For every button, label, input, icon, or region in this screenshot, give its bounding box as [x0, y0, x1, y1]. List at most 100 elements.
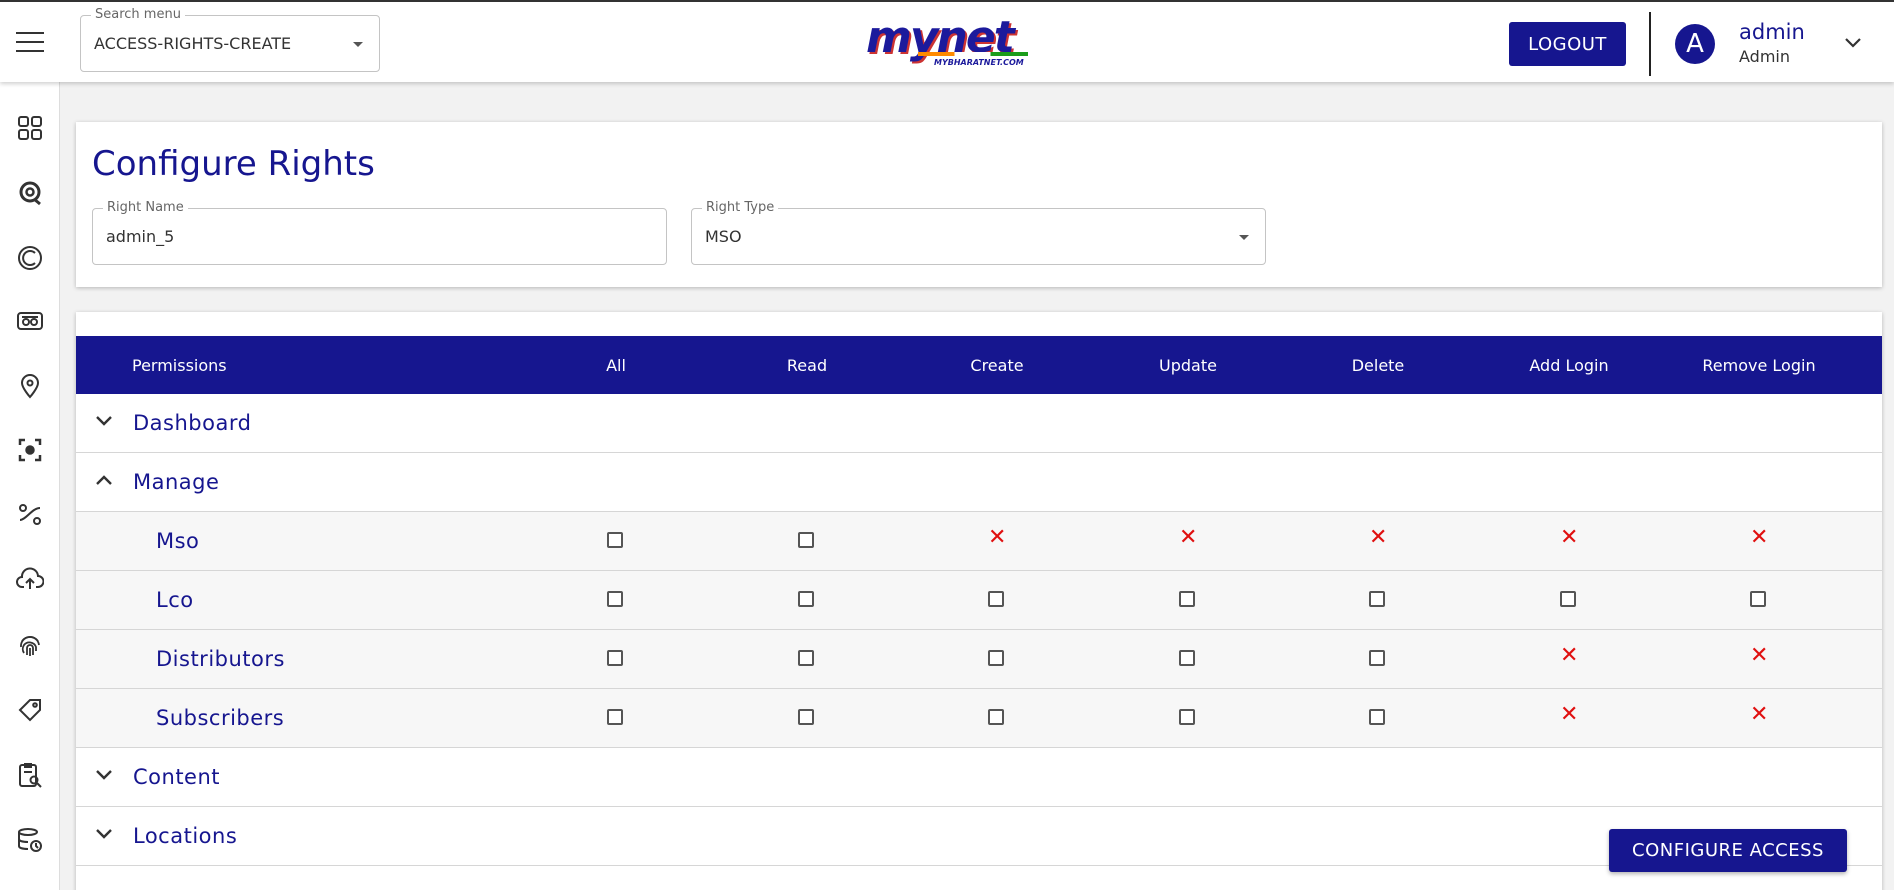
- checkbox-cell[interactable]: [798, 650, 816, 668]
- checkbox-cell[interactable]: [1369, 650, 1387, 668]
- mynet-logo: mynet MYBHARATNET.COM: [862, 12, 1032, 74]
- permission-checkbox[interactable]: [1560, 591, 1576, 607]
- permission-checkbox[interactable]: [1369, 650, 1385, 666]
- chevron-down-icon[interactable]: [94, 414, 114, 428]
- search-menu-select[interactable]: Search menu ACCESS-RIGHTS-CREATE: [80, 7, 380, 72]
- dropdown-caret-icon: [353, 42, 363, 47]
- checkbox-cell[interactable]: [798, 591, 816, 609]
- group-label[interactable]: Locations: [133, 824, 237, 848]
- not-allowed-icon: ✕: [988, 525, 1007, 550]
- permission-checkbox[interactable]: [1179, 591, 1195, 607]
- permission-label: Mso: [156, 529, 200, 553]
- report-search-icon[interactable]: [16, 761, 44, 789]
- checkbox-cell[interactable]: [1179, 650, 1197, 668]
- header-divider: [1649, 12, 1651, 76]
- checkbox-cell[interactable]: [988, 709, 1006, 727]
- user-name[interactable]: admin: [1739, 20, 1805, 44]
- group-label[interactable]: Manage: [133, 470, 219, 494]
- right-type-label: Right Type: [702, 200, 779, 215]
- right-type-value: MSO: [705, 227, 742, 246]
- permission-row: Mso ✕ ✕ ✕ ✕ ✕: [76, 512, 1882, 571]
- permission-checkbox[interactable]: [1179, 650, 1195, 666]
- checkbox-cell[interactable]: [607, 591, 625, 609]
- configure-rights-card: Configure Rights Right Name admin_5 Righ…: [76, 122, 1882, 287]
- checkbox-cell[interactable]: [1369, 591, 1387, 609]
- copyright-icon[interactable]: [16, 244, 44, 272]
- avatar[interactable]: A: [1675, 24, 1715, 64]
- group-label[interactable]: Content: [133, 765, 220, 789]
- permission-checkbox[interactable]: [607, 591, 623, 607]
- top-bar: Search menu ACCESS-RIGHTS-CREATE mynet M…: [0, 0, 1894, 82]
- table-header: Permissions All Read Create Update Delet…: [76, 336, 1882, 394]
- not-allowed-cell: ✕: [1560, 527, 1578, 550]
- permission-label: Subscribers: [156, 706, 285, 730]
- permission-checkbox[interactable]: [607, 650, 623, 666]
- checkbox-cell[interactable]: [607, 532, 625, 550]
- checkbox-cell[interactable]: [798, 709, 816, 727]
- percent-icon[interactable]: [16, 500, 44, 528]
- user-role: Admin: [1739, 47, 1790, 66]
- chevron-down-icon[interactable]: [1843, 36, 1863, 50]
- permission-checkbox[interactable]: [1750, 591, 1766, 607]
- chevron-down-icon[interactable]: [94, 768, 114, 782]
- not-allowed-cell: ✕: [988, 525, 1007, 550]
- checkbox-cell[interactable]: [1560, 591, 1578, 609]
- configure-access-button[interactable]: CONFIGURE ACCESS: [1609, 829, 1847, 872]
- checkbox-cell[interactable]: [988, 591, 1006, 609]
- group-label[interactable]: Dashboard: [133, 411, 251, 435]
- not-allowed-icon: ✕: [1750, 525, 1769, 550]
- checkbox-cell[interactable]: [607, 709, 625, 727]
- right-name-value: admin_5: [106, 227, 175, 246]
- permissions-table: Permissions All Read Create Update Delet…: [76, 312, 1882, 890]
- permission-checkbox[interactable]: [988, 650, 1004, 666]
- checkbox-cell[interactable]: [1179, 709, 1197, 727]
- dropdown-caret-icon: [1239, 235, 1249, 240]
- permission-checkbox[interactable]: [988, 709, 1004, 725]
- permission-checkbox[interactable]: [1369, 591, 1385, 607]
- group-row[interactable]: Content: [76, 748, 1882, 807]
- not-allowed-icon: ✕: [1369, 525, 1388, 550]
- search-menu-value: ACCESS-RIGHTS-CREATE: [94, 34, 292, 53]
- chevron-up-icon[interactable]: [94, 473, 114, 487]
- permission-checkbox[interactable]: [988, 591, 1004, 607]
- database-history-icon[interactable]: [16, 826, 44, 854]
- checkbox-cell[interactable]: [1750, 591, 1768, 609]
- permission-checkbox[interactable]: [798, 650, 814, 666]
- permission-checkbox[interactable]: [798, 709, 814, 725]
- chevron-down-icon[interactable]: [94, 827, 114, 841]
- not-allowed-cell: ✕: [1750, 525, 1769, 550]
- group-row[interactable]: Dashboard: [76, 394, 1882, 453]
- permission-checkbox[interactable]: [798, 532, 814, 548]
- not-allowed-icon: ✕: [1560, 702, 1579, 727]
- checkbox-cell[interactable]: [607, 650, 625, 668]
- permission-checkbox[interactable]: [1369, 709, 1385, 725]
- checkbox-cell[interactable]: [988, 650, 1006, 668]
- permission-row: Distributors ✕ ✕: [76, 630, 1882, 689]
- checkbox-cell[interactable]: [1369, 709, 1387, 727]
- scan-icon[interactable]: [16, 436, 44, 464]
- permission-row: Lco: [76, 571, 1882, 630]
- permission-checkbox[interactable]: [607, 709, 623, 725]
- permission-checkbox[interactable]: [607, 532, 623, 548]
- ticket-icon[interactable]: [16, 696, 44, 724]
- logout-button[interactable]: LOGOUT: [1509, 22, 1626, 66]
- not-allowed-cell: ✕: [1750, 704, 1768, 727]
- permission-label: Lco: [156, 588, 194, 612]
- menu-icon[interactable]: [16, 32, 44, 54]
- right-type-select[interactable]: Right Type MSO: [691, 200, 1266, 265]
- logo-tricolor-stripe: [918, 52, 1028, 56]
- group-row[interactable]: Manage: [76, 453, 1882, 512]
- cloud-upload-icon[interactable]: [16, 566, 45, 594]
- search-menu-label: Search menu: [91, 7, 185, 22]
- permission-checkbox[interactable]: [798, 591, 814, 607]
- dashboard-icon[interactable]: [16, 114, 44, 142]
- right-name-field[interactable]: Right Name admin_5: [92, 200, 667, 265]
- permission-checkbox[interactable]: [1179, 709, 1195, 725]
- router-icon[interactable]: [16, 307, 44, 335]
- checkbox-cell[interactable]: [798, 532, 816, 550]
- support-icon[interactable]: [16, 179, 44, 207]
- page-title: Configure Rights: [92, 144, 375, 184]
- checkbox-cell[interactable]: [1179, 591, 1197, 609]
- location-icon[interactable]: [16, 372, 44, 400]
- fingerprint-icon[interactable]: [16, 631, 44, 659]
